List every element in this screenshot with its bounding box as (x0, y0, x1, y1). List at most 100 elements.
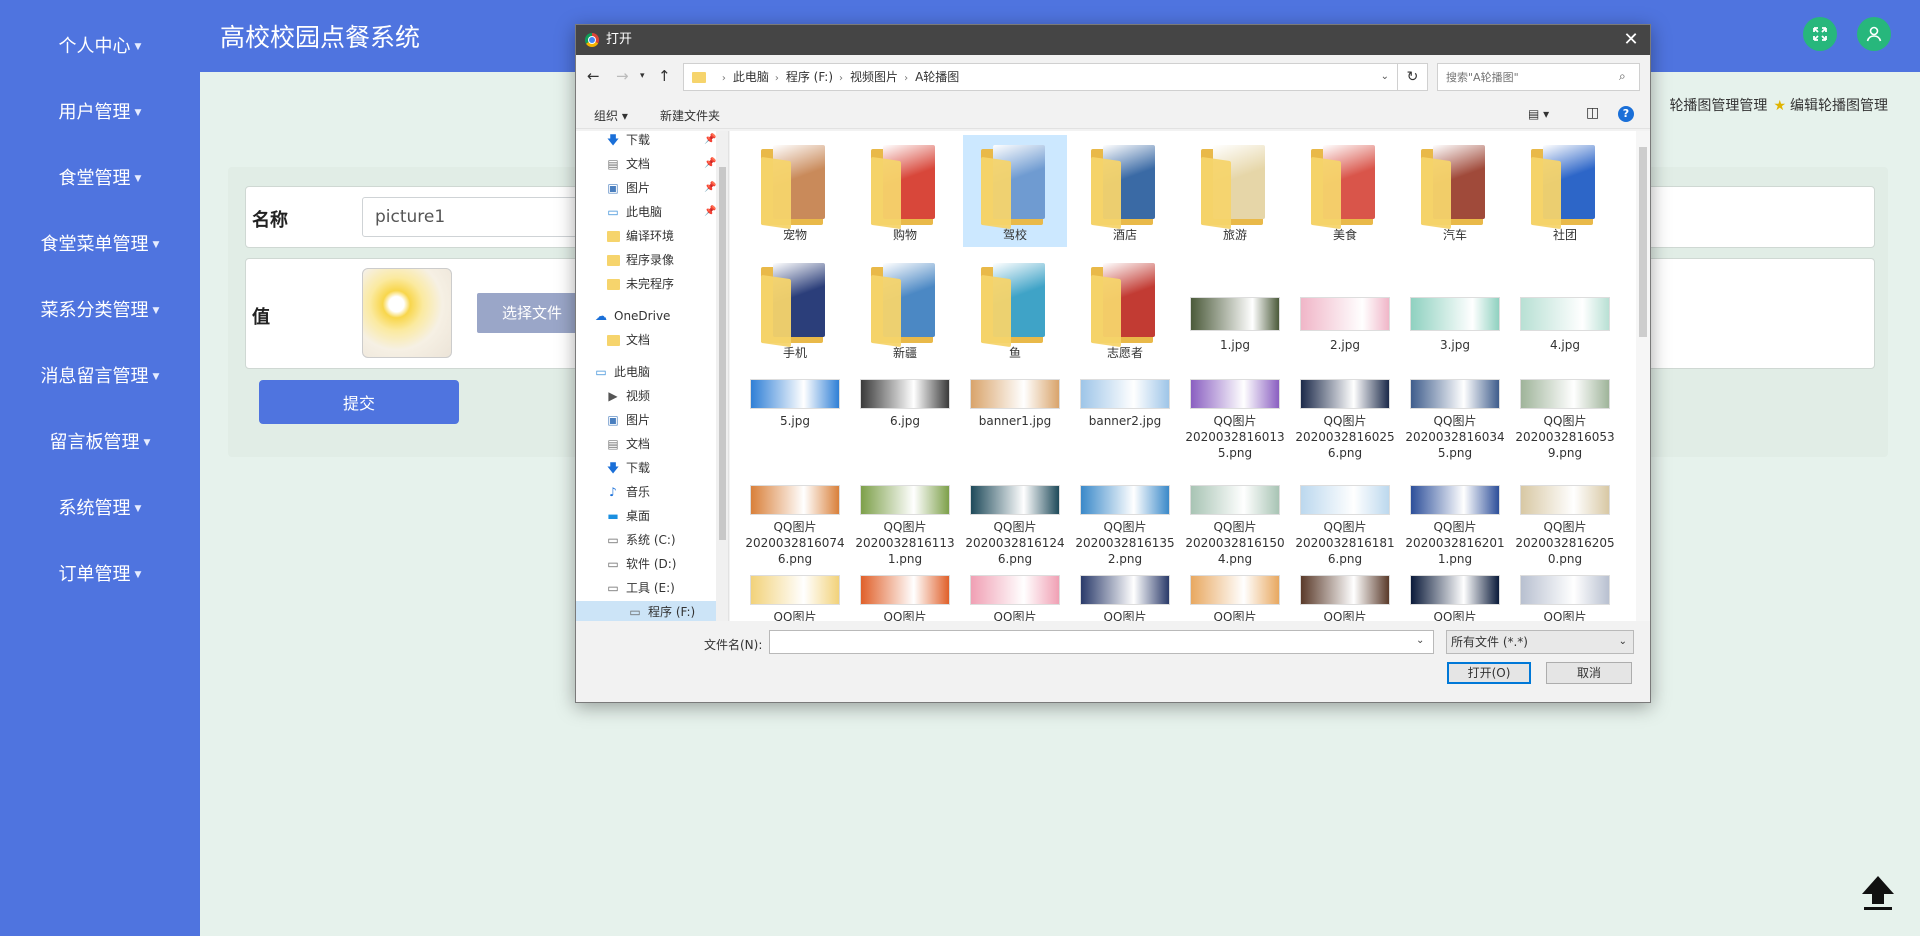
nav-item[interactable]: 文档 (606, 329, 650, 351)
file-item[interactable]: QQ图片 2020032816113 1.png (853, 471, 957, 566)
folder-item[interactable]: 美食 (1293, 135, 1397, 247)
forward-arrow-icon[interactable]: → (616, 67, 629, 85)
file-item[interactable]: QQ图片 (1403, 561, 1507, 621)
nav-item[interactable]: ▭ 此电脑 📌 (606, 201, 716, 223)
choose-file-button[interactable]: 选择文件 (477, 293, 587, 333)
path-segment[interactable]: 视频图片 (850, 70, 898, 84)
sidebar-item[interactable]: 个人中心 ▼ (0, 14, 200, 80)
file-item[interactable]: QQ图片 2020032816201 1.png (1403, 471, 1507, 566)
nav-item[interactable]: ▣ 图片 📌 (606, 177, 716, 199)
nav-item[interactable]: 🡇 下载 (606, 457, 650, 479)
file-item[interactable]: QQ图片 (743, 561, 847, 621)
nav-scroll-thumb[interactable] (719, 167, 726, 540)
nav-item[interactable]: ▤ 文档 (606, 433, 650, 455)
nav-item[interactable]: ▶ 视频 (606, 385, 650, 407)
nav-item[interactable]: ▤ 文档 📌 (606, 153, 716, 175)
file-item[interactable]: 3.jpg (1403, 287, 1507, 357)
file-item[interactable]: QQ图片 2020032816025 6.png (1293, 365, 1397, 460)
file-list-scrollbar[interactable] (1636, 131, 1650, 621)
file-item[interactable]: 1.jpg (1183, 287, 1287, 357)
preview-pane-icon[interactable]: ◫ (1586, 105, 1599, 121)
folder-item[interactable]: 驾校 (963, 135, 1067, 247)
path-segment[interactable]: 程序 (F:) (786, 70, 833, 84)
sidebar-item[interactable]: 留言板管理 ▼ (0, 410, 200, 476)
sidebar-item[interactable]: 订单管理 ▼ (0, 542, 200, 608)
file-item[interactable]: 2.jpg (1293, 287, 1397, 357)
sidebar-item[interactable]: 用户管理 ▼ (0, 80, 200, 146)
path-segment[interactable]: A轮播图 (915, 70, 959, 84)
folder-item[interactable]: 社团 (1513, 135, 1617, 247)
file-item[interactable]: QQ图片 (1183, 561, 1287, 621)
sidebar-item[interactable]: 食堂管理 ▼ (0, 146, 200, 212)
nav-scrollbar[interactable] (716, 131, 728, 621)
file-item[interactable]: QQ图片 2020032816205 0.png (1513, 471, 1617, 566)
search-input[interactable] (1437, 63, 1640, 91)
nav-item[interactable]: ▣ 图片 (606, 409, 650, 431)
breadcrumb-current[interactable]: 轮播图管理管理 (1669, 98, 1767, 114)
nav-item[interactable]: ▭ 程序 (F:) (576, 601, 716, 621)
help-icon[interactable]: ? (1618, 106, 1634, 122)
new-folder-button[interactable]: 新建文件夹 (660, 107, 720, 124)
refresh-icon[interactable]: ↻ (1398, 63, 1428, 91)
file-item[interactable]: QQ图片 (1073, 561, 1177, 621)
file-item[interactable]: QQ图片 (1293, 561, 1397, 621)
path-segment[interactable]: 此电脑 (733, 70, 769, 84)
sidebar-item[interactable]: 消息留言管理 ▼ (0, 344, 200, 410)
close-icon[interactable]: ✕ (1620, 25, 1642, 55)
folder-item[interactable]: 手机 (743, 253, 847, 365)
file-item[interactable]: QQ图片 2020032816124 6.png (963, 471, 1067, 566)
file-item[interactable]: QQ图片 2020032816135 2.png (1073, 471, 1177, 566)
nav-item[interactable]: 编译环境 (606, 225, 674, 247)
chevron-down-icon[interactable]: ⌄ (1381, 64, 1389, 90)
file-item[interactable]: banner1.jpg (963, 365, 1067, 455)
file-item[interactable]: QQ图片 2020032816013 5.png (1183, 365, 1287, 460)
cancel-button[interactable]: 取消 (1546, 662, 1632, 684)
filename-input[interactable] (769, 630, 1434, 654)
submit-button[interactable]: 提交 (259, 380, 459, 424)
file-list-scroll-thumb[interactable] (1639, 147, 1647, 337)
filename-dropdown-icon[interactable]: ⌄ (1416, 635, 1424, 646)
nav-item[interactable]: ☁ OneDrive (594, 305, 670, 327)
folder-item[interactable]: 购物 (853, 135, 957, 247)
folder-item[interactable]: 鱼 (963, 253, 1067, 365)
user-avatar-button[interactable] (1857, 17, 1891, 51)
sidebar-item[interactable]: 系统管理 ▼ (0, 476, 200, 542)
file-item[interactable]: QQ图片 (1513, 561, 1617, 621)
nav-item[interactable]: 未完程序 (606, 273, 674, 295)
recent-locations-chevron-icon[interactable]: ▾ (640, 71, 645, 81)
nav-item[interactable]: ▭ 此电脑 (594, 361, 650, 383)
nav-item[interactable]: ▬ 桌面 (606, 505, 650, 527)
file-item[interactable]: 5.jpg (743, 365, 847, 455)
folder-item[interactable]: 旅游 (1183, 135, 1287, 247)
folder-item[interactable]: 酒店 (1073, 135, 1177, 247)
address-bar[interactable]: › 此电脑 › 程序 (F:) › 视频图片 › A轮播图 ⌄ (683, 63, 1398, 91)
file-item[interactable]: 6.jpg (853, 365, 957, 455)
up-arrow-icon[interactable]: ↑ (658, 67, 671, 85)
file-item[interactable]: QQ图片 2020032816181 6.png (1293, 471, 1397, 566)
fullscreen-button[interactable] (1803, 17, 1837, 51)
organize-menu[interactable]: 组织 ▾ (594, 107, 628, 124)
nav-item[interactable]: 🡇 下载 📌 (606, 131, 717, 151)
file-item[interactable]: 4.jpg (1513, 287, 1617, 357)
file-item[interactable]: QQ图片 (853, 561, 957, 621)
file-item[interactable]: QQ图片 (963, 561, 1067, 621)
folder-item[interactable]: 汽车 (1403, 135, 1507, 247)
file-item[interactable]: QQ图片 2020032816053 9.png (1513, 365, 1617, 460)
file-item[interactable]: QQ图片 2020032816074 6.png (743, 471, 847, 566)
view-options-icon[interactable]: ▤ ▾ (1528, 107, 1549, 121)
filetype-select[interactable]: 所有文件 (*.*) ⌄ (1446, 630, 1634, 654)
name-input[interactable] (362, 197, 592, 237)
nav-item[interactable]: ♪ 音乐 (606, 481, 650, 503)
nav-item[interactable]: ▭ 软件 (D:) (606, 553, 676, 575)
nav-item[interactable]: 程序录像 (606, 249, 674, 271)
back-arrow-icon[interactable]: ← (587, 67, 600, 85)
sidebar-item[interactable]: 食堂菜单管理 ▼ (0, 212, 200, 278)
folder-item[interactable]: 志愿者 (1073, 253, 1177, 365)
file-item[interactable]: QQ图片 2020032816034 5.png (1403, 365, 1507, 460)
back-to-top-button[interactable] (1858, 872, 1898, 912)
open-button[interactable]: 打开(O) (1447, 662, 1531, 684)
file-item[interactable]: QQ图片 2020032816150 4.png (1183, 471, 1287, 566)
nav-item[interactable]: ▭ 工具 (E:) (606, 577, 674, 599)
folder-item[interactable]: 新疆 (853, 253, 957, 365)
folder-item[interactable]: 宠物 (743, 135, 847, 247)
